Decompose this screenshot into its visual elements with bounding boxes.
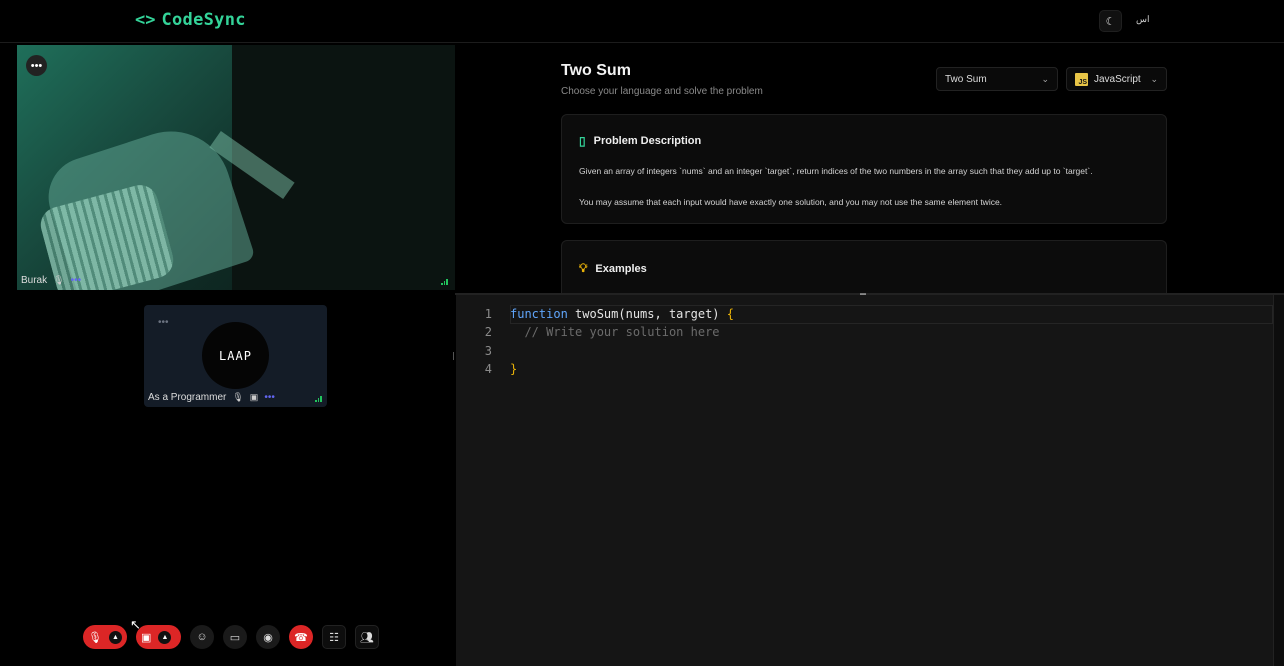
signal-icon — [441, 279, 449, 285]
end-call-button[interactable]: ☎ — [289, 625, 313, 649]
line-number: 2 — [484, 325, 492, 339]
participants-list-button[interactable]: ☷ — [322, 625, 346, 649]
mouse-cursor-icon: ↖ — [130, 617, 141, 632]
more-icon[interactable]: ••• — [264, 392, 275, 403]
video-options-button[interactable]: ••• — [26, 55, 47, 76]
description-heading: Problem Description — [593, 135, 702, 147]
chevron-up-icon[interactable]: ▲ — [108, 630, 122, 644]
top-bar: <> CodeSync ☾ اس — [0, 0, 1284, 43]
chevron-up-icon[interactable]: ▲ — [158, 630, 172, 644]
signal-icon — [315, 396, 323, 402]
screen-share-button[interactable]: ▭ — [223, 625, 247, 649]
editor-line: 4 — [456, 362, 493, 380]
record-icon: ◉ — [263, 631, 273, 644]
participant-name-tag: As a Programmer 🎙︎ ▣ ••• — [148, 392, 275, 403]
main-video-tile — [17, 45, 455, 290]
chevron-down-icon: ⌄ — [1041, 73, 1049, 84]
participant-name: As a Programmer — [148, 392, 227, 403]
avatar: LAAP — [202, 322, 269, 389]
screen-share-icon: ▭ — [229, 631, 241, 644]
app-logo[interactable]: <> CodeSync — [135, 10, 246, 30]
people-icon: 👥︎ — [360, 631, 374, 644]
javascript-icon: JS — [1075, 72, 1088, 86]
problem-select[interactable]: Two Sum ⌄ — [936, 67, 1058, 91]
camera-off-icon: ▣ — [249, 392, 259, 402]
card-header: 💡︎ Examples — [579, 261, 647, 276]
line-number: 4 — [484, 362, 492, 376]
book-icon: ▯ — [579, 134, 586, 148]
chevron-down-icon: ⌄ — [1150, 73, 1158, 84]
editor-line: 2 — [456, 325, 493, 343]
code-brackets-icon: <> — [135, 10, 156, 30]
language-select-value: JavaScript — [1094, 73, 1141, 85]
user-avatar[interactable]: اس — [1136, 14, 1150, 25]
code-line[interactable]: // Write your solution here — [510, 325, 719, 339]
card-header: ▯ Problem Description — [579, 134, 701, 148]
reactions-button[interactable]: ☺ — [190, 625, 214, 649]
examples-heading: Examples — [595, 262, 647, 275]
mic-off-icon: 🎙︎ — [88, 631, 102, 644]
lightbulb-icon: 💡︎ — [579, 261, 588, 275]
more-icon[interactable]: ••• — [158, 317, 169, 328]
participant-name: Burak — [21, 275, 48, 286]
page-subtitle: Choose your language and solve the probl… — [561, 86, 763, 97]
more-icon: ••• — [30, 59, 43, 72]
call-controls: 🎙︎ ▲ ▣ ▲ ☺ ▭ ◉ ☎ ☷ 👥︎ — [83, 625, 379, 649]
emoji-icon: ☺ — [196, 631, 208, 643]
camera-off-icon: ▣ — [141, 631, 152, 644]
editor-line: 1 — [456, 307, 493, 325]
participant-name-tag: Burak 🎙︎ ••• — [21, 275, 81, 286]
mic-muted-icon: 🎙︎ — [232, 392, 244, 402]
more-icon[interactable]: ••• — [71, 275, 82, 286]
problem-select-value: Two Sum — [945, 73, 987, 85]
mic-toggle-button[interactable]: 🎙︎ ▲ — [83, 625, 127, 649]
code-line[interactable]: function twoSum(nums, target) { — [510, 307, 734, 321]
language-select[interactable]: JS JavaScript ⌄ — [1066, 67, 1167, 91]
description-text: Given an array of integers `nums` and an… — [579, 166, 1093, 176]
mic-muted-icon: 🎙︎ — [53, 275, 65, 285]
problem-description-card: ▯ Problem Description Given an array of … — [561, 114, 1167, 224]
code-line[interactable]: } — [510, 362, 517, 376]
line-number: 1 — [484, 307, 492, 321]
theme-toggle-button[interactable]: ☾ — [1099, 10, 1122, 32]
line-number: 3 — [484, 344, 492, 358]
description-text: You may assume that each input would hav… — [579, 197, 1003, 207]
app-name: CodeSync — [161, 10, 246, 30]
editor-line: 3 — [456, 344, 493, 362]
page-title: Two Sum — [561, 62, 631, 79]
code-editor[interactable]: 1 function twoSum(nums, target) { 2 // W… — [456, 295, 1273, 666]
participants-list-icon: ☷ — [329, 631, 339, 644]
examples-card: 💡︎ Examples — [561, 240, 1167, 296]
camera-toggle-button[interactable]: ▣ ▲ — [136, 625, 181, 649]
record-button[interactable]: ◉ — [256, 625, 280, 649]
moon-icon: ☾ — [1105, 15, 1116, 28]
end-call-icon: ☎ — [294, 631, 308, 644]
people-button[interactable]: 👥︎ — [355, 625, 379, 649]
editor-scrollbar[interactable] — [1273, 295, 1284, 666]
